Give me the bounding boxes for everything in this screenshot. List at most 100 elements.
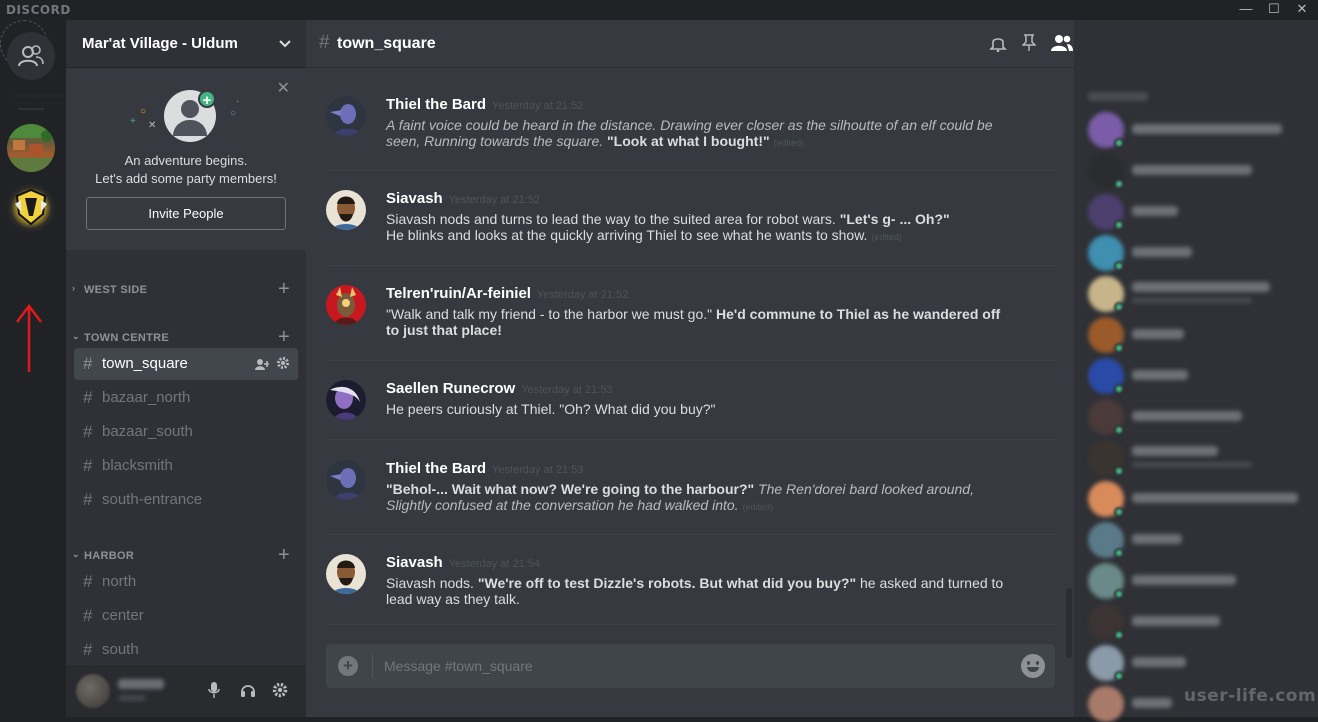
avatar[interactable] <box>326 190 366 230</box>
channel-name: south <box>102 641 139 658</box>
user-tag-blurred <box>118 695 146 701</box>
avatar[interactable] <box>326 554 366 594</box>
invite-message: An adventure begins. Let's add some part… <box>66 152 306 188</box>
message-author[interactable]: Siavash Yesterday at 21:52 <box>386 190 540 207</box>
timestamp: Yesterday at 21:54 <box>448 558 541 570</box>
message-composer: + <box>326 644 1055 688</box>
chevron-down-icon: ⌄ <box>72 549 80 559</box>
close-window-button[interactable]: ✕ <box>1286 0 1318 20</box>
member-name-blurred <box>1132 616 1220 626</box>
hash-icon: # <box>319 32 330 53</box>
channel-bazaar-north[interactable]: # bazaar_north <box>74 382 298 414</box>
message-body: "Walk and talk my friend - to the harbor… <box>386 306 1006 338</box>
members-icon[interactable] <box>1050 34 1074 52</box>
member-item[interactable] <box>1088 481 1308 517</box>
home-friends-button[interactable] <box>7 32 55 80</box>
message-author[interactable]: Saellen Runecrow Yesterday at 21:53 <box>386 380 613 397</box>
message-author[interactable]: Siavash Yesterday at 21:54 <box>386 554 540 571</box>
add-channel-icon[interactable]: + <box>278 326 290 349</box>
message-text-bold: "Let's g- ... Oh?" <box>839 211 950 227</box>
online-count-label: —————— <box>12 91 66 100</box>
add-channel-icon[interactable]: + <box>278 544 290 567</box>
author-name: Siavash <box>386 554 443 571</box>
invite-member-icon[interactable] <box>254 358 269 370</box>
message-body: Siavash nods and turns to lead the way t… <box>386 211 1006 245</box>
member-item[interactable] <box>1088 317 1308 353</box>
sparkle-icon: · <box>236 96 240 107</box>
pin-icon[interactable] <box>1022 34 1036 52</box>
avatar[interactable] <box>326 460 366 500</box>
server-icon-ap-gaming[interactable] <box>7 184 55 232</box>
status-dot <box>1114 220 1124 230</box>
member-name-blurred <box>1132 124 1282 134</box>
member-item[interactable] <box>1088 522 1308 558</box>
channel-south[interactable]: # south <box>74 634 298 666</box>
avatar[interactable] <box>76 674 110 708</box>
member-item[interactable] <box>1088 399 1308 435</box>
gear-icon[interactable] <box>276 356 290 370</box>
channel-north[interactable]: # north <box>74 566 298 598</box>
timestamp: Yesterday at 21:52 <box>448 194 541 206</box>
avatar[interactable] <box>326 380 366 420</box>
status-dot <box>1114 589 1124 599</box>
channel-name: blacksmith <box>102 457 173 474</box>
username-blurred <box>118 679 164 689</box>
message-author[interactable]: Telren'ruin/Ar-feiniel Yesterday at 21:52 <box>386 285 628 302</box>
channel-town-square[interactable]: # town_square <box>74 348 298 380</box>
status-dot <box>1114 138 1124 148</box>
member-item[interactable] <box>1088 604 1308 640</box>
member-item[interactable] <box>1088 440 1308 476</box>
category-harbor[interactable]: ⌄ HARBOR + <box>66 544 306 566</box>
message-input[interactable] <box>384 656 984 676</box>
message-body: He peers curiously at Thiel. "Oh? What d… <box>386 401 1006 417</box>
close-icon[interactable]: ✕ <box>277 78 290 98</box>
add-channel-icon[interactable]: + <box>278 278 290 301</box>
village-server-image <box>7 124 55 172</box>
emoji-icon[interactable] <box>1021 654 1045 678</box>
add-user-badge-icon: + <box>198 90 216 109</box>
member-item[interactable] <box>1088 112 1308 148</box>
member-item[interactable] <box>1088 194 1308 230</box>
headphones-icon[interactable] <box>240 682 256 698</box>
channel-blacksmith[interactable]: # blacksmith <box>74 450 298 482</box>
category-town-centre[interactable]: ⌄ TOWN CENTRE + <box>66 326 306 348</box>
member-item[interactable] <box>1088 276 1308 312</box>
message-author[interactable]: Thiel the Bard Yesterday at 21:53 <box>386 460 583 477</box>
upload-plus-icon[interactable]: + <box>338 656 358 676</box>
member-item[interactable] <box>1088 563 1308 599</box>
member-name-blurred <box>1132 698 1172 708</box>
channel-name: town_square <box>102 355 188 372</box>
category-west-side[interactable]: › WEST SIDE + <box>66 278 306 300</box>
status-dot <box>1114 630 1124 640</box>
guild-header[interactable]: Mar'at Village - Uldum <box>66 20 306 68</box>
status-dot <box>1114 343 1124 353</box>
mic-icon[interactable] <box>208 682 220 698</box>
category-label: TOWN CENTRE <box>84 332 169 344</box>
channel-center[interactable]: # center <box>74 600 298 632</box>
chevron-down-icon <box>279 40 291 48</box>
hash-icon: # <box>83 388 93 407</box>
message-author[interactable]: Thiel the Bard Yesterday at 21:52 <box>386 96 583 113</box>
channel-south-entrance[interactable]: # south-entrance <box>74 484 298 516</box>
member-group-header <box>1088 92 1148 101</box>
member-item[interactable] <box>1088 235 1308 271</box>
member-name-blurred <box>1132 329 1184 339</box>
gear-icon[interactable] <box>272 682 288 698</box>
invite-people-button[interactable]: Invite People <box>86 197 286 230</box>
message-divider <box>326 360 1058 361</box>
member-item[interactable] <box>1088 358 1308 394</box>
scrollbar[interactable] <box>1066 588 1072 658</box>
edited-marker: (edited) <box>871 232 902 242</box>
bell-icon[interactable] <box>989 34 1007 52</box>
hash-icon: # <box>83 490 93 509</box>
member-item[interactable] <box>1088 645 1308 681</box>
author-name: Thiel the Bard <box>386 460 487 477</box>
sparkle-icon: ○ <box>140 106 147 117</box>
member-item[interactable] <box>1088 153 1308 189</box>
avatar[interactable] <box>326 285 366 325</box>
author-name: Telren'ruin/Ar-feiniel <box>386 285 531 302</box>
chevron-down-icon: ⌄ <box>72 331 80 341</box>
channel-bazaar-south[interactable]: # bazaar_south <box>74 416 298 448</box>
avatar[interactable] <box>326 96 366 136</box>
server-icon-village[interactable] <box>7 124 55 172</box>
